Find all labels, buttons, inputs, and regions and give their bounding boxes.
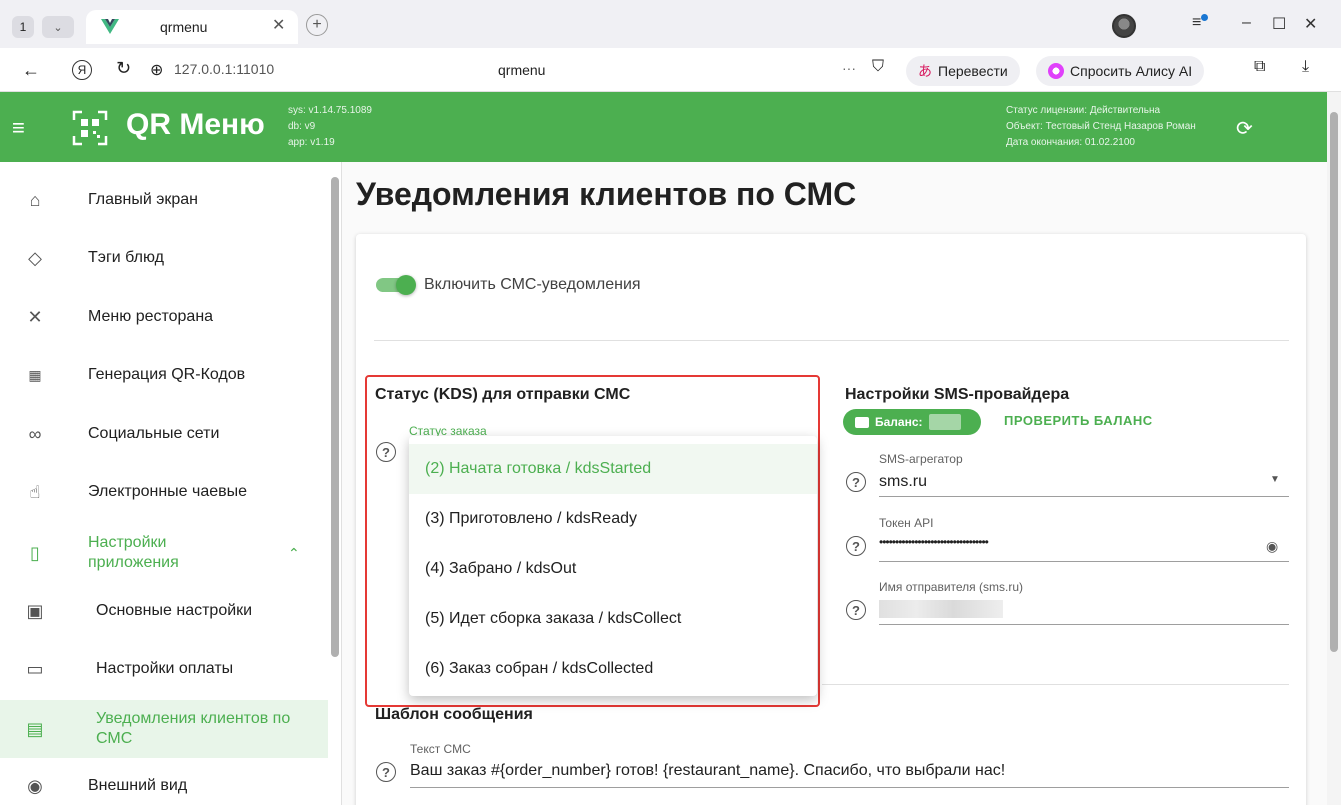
bookmark-icon[interactable]: ⛉	[872, 58, 884, 76]
download-icon[interactable]: ⤓	[1302, 58, 1309, 76]
sms-text-input[interactable]: Ваш заказ #{order_number} готов! {restau…	[410, 762, 1005, 780]
sidebar-item-payment-settings[interactable]: ▭ Настройки оплаты	[0, 646, 328, 692]
template-section-title: Шаблон сообщения	[375, 706, 533, 723]
tag-icon: ◇	[28, 247, 42, 268]
sender-label: Имя отправителя (sms.ru)	[879, 580, 1023, 594]
back-icon[interactable]: ←	[22, 60, 40, 81]
maximize-icon[interactable]: ☐	[1272, 14, 1286, 34]
link-icon: ∞	[28, 423, 42, 444]
window-close-icon[interactable]: ✕	[1304, 14, 1317, 34]
tab-close-icon[interactable]: ✕	[272, 15, 285, 35]
cutlery-icon: ✕	[27, 306, 43, 327]
eye-icon[interactable]: ◉	[1266, 538, 1278, 555]
check-balance-button[interactable]: ПРОВЕРИТЬ БАЛАНС	[1004, 413, 1153, 428]
address-url[interactable]: 127.0.0.1:11010	[174, 61, 274, 77]
token-input[interactable]: ••••••••••••••••••••••••••••••••••	[879, 535, 989, 549]
enable-sms-label: Включить СМС-уведомления	[424, 276, 641, 293]
sender-input-redacted[interactable]	[879, 600, 1003, 618]
address-page-title: qrmenu	[498, 62, 546, 78]
help-icon[interactable]: ?	[846, 600, 866, 620]
sidebar-item-sms-notifications[interactable]: ▤ Уведомления клиентов по СМС	[0, 700, 328, 758]
settings-window-icon: ▣	[26, 600, 44, 621]
chevron-down-icon: ⌄	[53, 21, 63, 34]
sidebar: ⌂ Главный экран ◇ Тэги блюд ✕ Меню ресто…	[0, 162, 342, 805]
sidebar-scrollbar[interactable]	[330, 165, 340, 805]
minimize-icon[interactable]: –	[1242, 14, 1251, 32]
credit-card-icon: ▭	[26, 658, 44, 679]
tab-list-dropdown[interactable]: ⌄	[42, 16, 74, 38]
order-status-option[interactable]: (2) Начата готовка / kdsStarted	[409, 444, 817, 494]
sms-text-label: Текст СМС	[410, 742, 471, 756]
reload-icon[interactable]: ↻	[116, 58, 131, 79]
more-icon[interactable]: ···	[842, 60, 856, 76]
sender-underline	[879, 624, 1289, 625]
home-icon: ⌂	[29, 189, 41, 210]
order-status-option[interactable]: (3) Приготовлено / kdsReady	[409, 494, 817, 544]
license-info: Статус лицензии: Действительна Объект: Т…	[1006, 103, 1196, 151]
ask-alice-button[interactable]: Спросить Алису AI	[1036, 56, 1205, 86]
sys-version: sys: v1.14.75.1089	[288, 105, 372, 116]
version-info: sys: v1.14.75.1089 db: v9 app: v1.19	[288, 103, 372, 151]
tab-counter[interactable]: 1	[12, 16, 34, 38]
db-version: db: v9	[288, 121, 316, 132]
order-status-option[interactable]: (4) Забрано / kdsOut	[409, 544, 817, 594]
help-icon[interactable]: ?	[846, 536, 866, 556]
eye-icon: ◉	[27, 775, 43, 796]
notifications-icon[interactable]: ≡	[1192, 14, 1209, 32]
license-status: Статус лицензии: Действительна	[1006, 105, 1161, 116]
sidebar-item-menu[interactable]: ✕ Меню ресторана	[0, 294, 328, 340]
app-brand: QR Меню	[126, 108, 265, 141]
message-icon: ▤	[26, 718, 44, 739]
menu-icon[interactable]: ≡	[12, 115, 25, 141]
translate-icon: あ	[918, 63, 932, 79]
aggregator-underline	[879, 496, 1289, 497]
sidebar-item-general-settings[interactable]: ▣ Основные настройки	[0, 588, 328, 634]
alice-icon	[1048, 63, 1064, 79]
vue-logo-icon	[101, 19, 119, 34]
order-status-option[interactable]: (6) Заказ собран / kdsCollected	[409, 644, 817, 694]
sidebar-item-qr-codes[interactable]: ▦ Генерация QR-Кодов	[0, 352, 328, 398]
token-label: Токен API	[879, 516, 934, 530]
extensions-icon[interactable]: ⧉	[1254, 58, 1265, 76]
dropdown-arrow-icon[interactable]: ▼	[1270, 474, 1280, 485]
globe-icon: ⊕	[150, 62, 164, 79]
new-tab-icon[interactable]: +	[306, 14, 328, 36]
sidebar-item-app-settings[interactable]: ▯ Настройки приложения ⌃	[0, 528, 328, 578]
license-object: Объект: Тестовый Стенд Назаров Роман	[1006, 121, 1196, 132]
order-status-option[interactable]: (5) Идет сборка заказа / kdsCollect	[409, 594, 817, 644]
app-version: app: v1.19	[288, 137, 335, 148]
sidebar-item-appearance[interactable]: ◉ Внешний вид	[0, 766, 328, 805]
enable-sms-switch-thumb[interactable]	[396, 275, 416, 295]
phone-settings-icon: ▯	[30, 542, 40, 563]
qr-code-logo-icon	[72, 110, 108, 146]
sidebar-item-tags[interactable]: ◇ Тэги блюд	[0, 235, 328, 281]
refresh-icon[interactable]: ⟳	[1236, 116, 1253, 141]
sidebar-item-social[interactable]: ∞ Социальные сети	[0, 411, 328, 457]
sidebar-item-tips[interactable]: ☝ Электронные чаевые	[0, 469, 328, 515]
translate-button[interactable]: あ Перевести	[906, 56, 1020, 86]
page-scrollbar[interactable]	[1327, 92, 1341, 805]
profile-avatar[interactable]	[1112, 14, 1136, 38]
license-end-date: Дата окончания: 01.02.2100	[1006, 137, 1135, 148]
balance-value-redacted	[928, 414, 961, 430]
yandex-icon[interactable]: Я	[72, 60, 92, 80]
tab-title: qrmenu	[160, 19, 208, 35]
help-icon[interactable]: ?	[846, 472, 866, 492]
aggregator-select[interactable]: sms.ru	[879, 473, 927, 491]
qr-code-icon: ▦	[28, 366, 42, 383]
tips-hand-icon: ☝	[29, 481, 41, 502]
order-status-menu: (2) Начата готовка / kdsStarted (3) Приг…	[409, 436, 817, 696]
sidebar-item-home[interactable]: ⌂ Главный экран	[0, 177, 328, 223]
provider-section-title: Настройки SMS-провайдера	[845, 386, 1070, 403]
aggregator-label: SMS-агрегатор	[879, 452, 963, 466]
help-icon[interactable]: ?	[376, 762, 396, 782]
balance-chip: Баланс:	[843, 409, 981, 435]
chevron-up-icon: ⌃	[288, 544, 300, 561]
divider	[822, 684, 1289, 685]
token-underline	[879, 561, 1289, 562]
divider	[374, 340, 1289, 341]
page-title: Уведомления клиентов по СМС	[356, 176, 857, 212]
wallet-icon	[855, 416, 869, 428]
sms-text-underline	[410, 787, 1289, 788]
